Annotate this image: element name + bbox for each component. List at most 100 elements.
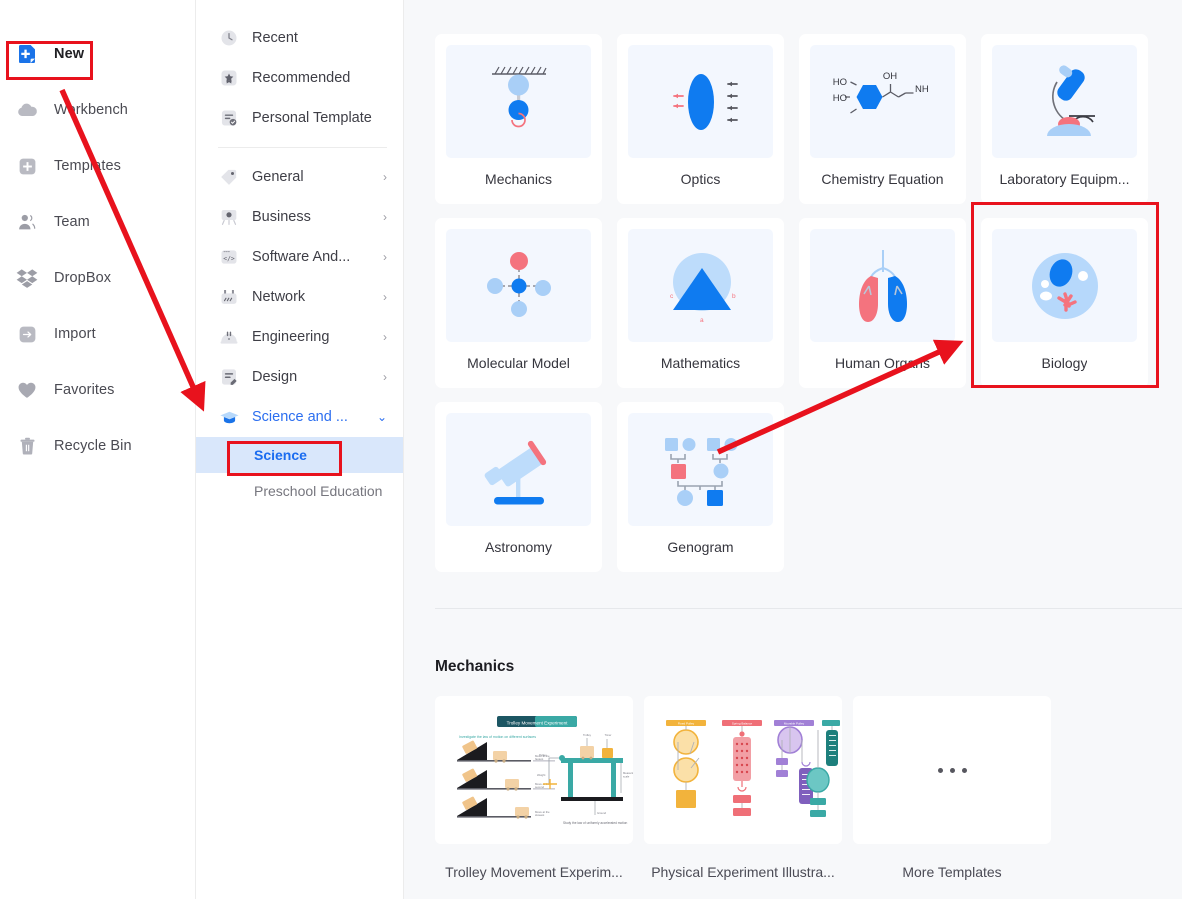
- template-card-laboratory-equipment[interactable]: Laboratory Equipm...: [981, 34, 1148, 204]
- category-design[interactable]: Design ›: [196, 357, 403, 397]
- category-label: Science and ...: [252, 409, 348, 425]
- subcategory-preschool-education[interactable]: Preschool Education: [196, 473, 403, 509]
- svg-text:Study the law of uniformly acc: Study the law of uniformly accelerated m…: [563, 821, 628, 825]
- graduation-cap-icon: [218, 406, 240, 428]
- chem-label-ho2: HO: [832, 93, 846, 104]
- code-icon: </>: [218, 246, 240, 268]
- math-label-a: a: [700, 317, 704, 324]
- template-browser-main: Mechanics Optics HO HO OH NH Chemistry E…: [404, 0, 1182, 899]
- chevron-down-icon: ⌄: [376, 410, 387, 424]
- svg-text:Timer: Timer: [605, 733, 612, 737]
- svg-text:Measuring: Measuring: [623, 771, 633, 775]
- sidebar-item-import[interactable]: Import: [0, 314, 195, 354]
- category-science-and[interactable]: Science and ... ⌄: [196, 397, 403, 437]
- svg-text:Movable Pulley: Movable Pulley: [784, 722, 805, 726]
- template-card-molecular-model[interactable]: Molecular Model: [435, 218, 602, 388]
- mechanics-card-physical-experiment[interactable]: Fixed Pulley Spring Balance Movable Pull…: [644, 696, 842, 880]
- genogram-icon: [628, 413, 773, 526]
- svg-text:Spring Balance: Spring Balance: [732, 722, 753, 726]
- template-cards-grid: Mechanics Optics HO HO OH NH Chemistry E…: [404, 0, 1182, 572]
- category-recommended[interactable]: Recommended: [196, 58, 403, 98]
- svg-text:Fixed Pulley: Fixed Pulley: [678, 722, 695, 726]
- category-label: Engineering: [252, 329, 330, 345]
- svg-text:Weight: Weight: [537, 773, 546, 777]
- clock-icon: [218, 27, 240, 49]
- cloud-icon: [14, 97, 40, 123]
- team-people-icon: [14, 209, 40, 235]
- math-label-c: c: [670, 293, 674, 300]
- lens-rays-icon: [628, 45, 773, 158]
- category-divider: [218, 147, 387, 148]
- category-recent[interactable]: Recent: [196, 18, 403, 58]
- svg-text:</>: </>: [223, 256, 235, 263]
- category-label: Business: [252, 209, 311, 225]
- left-rail-nav: New Workbench Templates Team DropBox Imp…: [0, 0, 196, 899]
- template-card-label: Chemistry Equation: [821, 171, 944, 187]
- mechanics-card-more-templates[interactable]: More Templates: [853, 696, 1051, 880]
- category-engineering[interactable]: Engineering ›: [196, 317, 403, 357]
- chem-label-ho1: HO: [832, 77, 846, 88]
- subcategory-label: Preschool Education: [254, 483, 383, 499]
- trash-icon: [14, 433, 40, 459]
- chem-label-oh: OH: [882, 71, 896, 82]
- sidebar-item-dropbox[interactable]: DropBox: [0, 258, 195, 298]
- sidebar-item-label: New: [54, 46, 85, 62]
- chevron-right-icon: ›: [383, 330, 387, 344]
- sidebar-item-templates[interactable]: Templates: [0, 146, 195, 186]
- template-card-mathematics[interactable]: c b a Mathematics: [617, 218, 784, 388]
- math-label-b: b: [732, 293, 736, 300]
- template-card-astronomy[interactable]: Astronomy: [435, 402, 602, 572]
- template-card-human-organs[interactable]: Human Organs: [799, 218, 966, 388]
- template-card-label: Mathematics: [660, 355, 741, 371]
- template-card-label: Optics: [680, 171, 721, 187]
- template-card-label: Human Organs: [835, 355, 930, 371]
- import-arrow-icon: [14, 321, 40, 347]
- sidebar-item-label: Workbench: [54, 102, 128, 118]
- sidebar-item-label: Import: [54, 326, 96, 342]
- sidebar-item-label: Favorites: [54, 382, 115, 398]
- mechanics-template-grid: Trolley Movement Experiment Investigate …: [435, 696, 1051, 880]
- sidebar-item-new[interactable]: New: [0, 34, 195, 74]
- star-bookmark-icon: [218, 67, 240, 89]
- template-card-mechanics[interactable]: Mechanics: [435, 34, 602, 204]
- telescope-icon: [446, 413, 591, 526]
- category-label: Design: [252, 369, 298, 385]
- mechanics-card-trolley-movement[interactable]: Trolley Movement Experiment Investigate …: [435, 696, 633, 880]
- molecule-formula-icon: HO HO OH NH: [810, 45, 955, 158]
- template-card-genogram[interactable]: Genogram: [617, 402, 784, 572]
- section-title-mechanics: Mechanics: [435, 658, 515, 675]
- svg-text:scale: scale: [623, 775, 630, 779]
- template-card-chemistry-equation[interactable]: HO HO OH NH Chemistry Equation: [799, 34, 966, 204]
- tag-icon: [218, 166, 240, 188]
- category-software-and[interactable]: </> Software And... ›: [196, 237, 403, 277]
- more-dots-icon: [853, 696, 1051, 844]
- microscope-icon: [992, 45, 1137, 158]
- subcategory-science[interactable]: Science: [196, 437, 403, 473]
- svg-text:fastest: fastest: [535, 757, 543, 761]
- category-general[interactable]: General ›: [196, 157, 403, 197]
- template-card-optics[interactable]: Optics: [617, 34, 784, 204]
- svg-text:Trolley Movement Experiment: Trolley Movement Experiment: [507, 721, 569, 726]
- sidebar-item-workbench[interactable]: Workbench: [0, 90, 195, 130]
- category-label: Network: [252, 289, 306, 305]
- network-icon: [218, 286, 240, 308]
- lungs-icon: [810, 229, 955, 342]
- category-label: General: [252, 169, 304, 185]
- category-business[interactable]: Business ›: [196, 197, 403, 237]
- svg-text:Investigate the law of motion: Investigate the law of motion on differe…: [459, 735, 536, 739]
- molecular-model-icon: [446, 229, 591, 342]
- category-personal-template[interactable]: Personal Template: [196, 98, 403, 138]
- category-label: Software And...: [252, 249, 351, 265]
- sidebar-item-recycle-bin[interactable]: Recycle Bin: [0, 426, 195, 466]
- category-network[interactable]: Network ›: [196, 277, 403, 317]
- sidebar-item-label: Recycle Bin: [54, 438, 132, 454]
- template-card-label: Genogram: [667, 539, 734, 555]
- template-card-biology[interactable]: Biology: [981, 218, 1148, 388]
- svg-text:slowest: slowest: [535, 813, 545, 817]
- category-panel: Recent Recommended Personal Template Gen…: [196, 0, 404, 899]
- sidebar-item-team[interactable]: Team: [0, 202, 195, 242]
- mechanics-card-label: Physical Experiment Illustra...: [651, 864, 835, 880]
- dropbox-icon: [14, 265, 40, 291]
- sidebar-item-favorites[interactable]: Favorites: [0, 370, 195, 410]
- pendulum-icon: [446, 45, 591, 158]
